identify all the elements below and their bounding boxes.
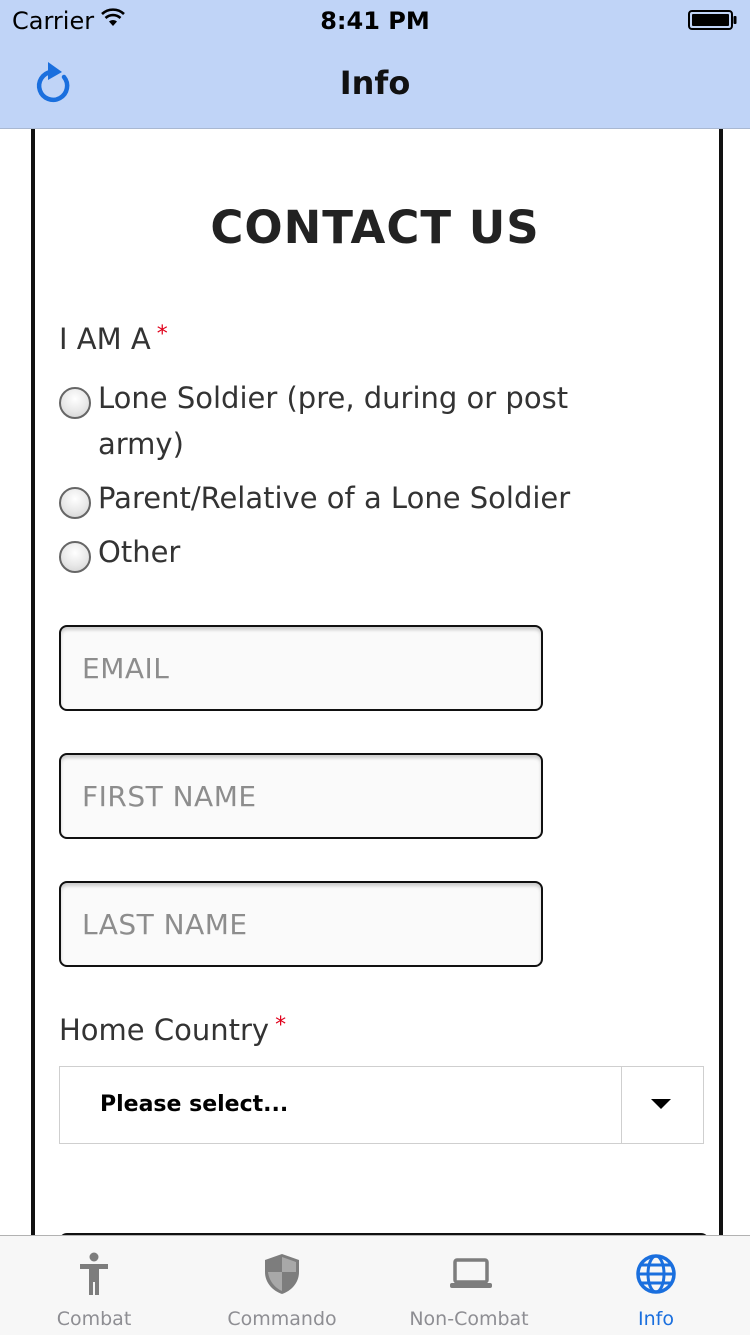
laptop-icon: [450, 1258, 492, 1288]
radio-label: Other: [98, 535, 181, 569]
last-name-field[interactable]: [61, 883, 541, 965]
tab-non-combat[interactable]: Non-Combat: [375, 1236, 563, 1335]
navigation-bar: Info: [0, 40, 750, 129]
radio-button[interactable]: [59, 487, 91, 519]
tab-bar: Combat Commando Non-Combat Info: [0, 1235, 750, 1335]
person-icon: [80, 1252, 108, 1295]
tab-combat[interactable]: Combat: [0, 1236, 188, 1335]
last-name-field-box: [59, 881, 543, 967]
shield-icon: [265, 1254, 299, 1294]
select-divider: [621, 1067, 622, 1143]
email-field[interactable]: [61, 627, 541, 709]
tab-info[interactable]: Info: [562, 1236, 750, 1335]
radio-label: Lone Soldier (pre, during or post army): [98, 381, 569, 461]
iam-label-row: I AM A *: [59, 322, 168, 356]
home-country-selected-value: Please select...: [100, 1092, 289, 1117]
radio-label: Parent/Relative of a Lone Soldier: [98, 481, 571, 515]
radio-button[interactable]: [59, 541, 91, 573]
chevron-down-icon[interactable]: [651, 1099, 671, 1109]
iam-label: I AM A: [59, 322, 151, 356]
required-marker: *: [275, 1013, 287, 1038]
home-country-select[interactable]: Please select...: [59, 1066, 704, 1144]
tab-label: Commando: [227, 1308, 337, 1330]
first-name-field-box: [59, 753, 543, 839]
form-heading: CONTACT US: [210, 201, 540, 254]
page-title: Info: [339, 64, 411, 102]
tab-label: Non-Combat: [409, 1308, 529, 1330]
email-field-box: [59, 625, 543, 711]
home-country-label: Home Country: [59, 1013, 270, 1047]
clock: 8:41 PM: [320, 7, 430, 35]
tab-label: Info: [638, 1308, 674, 1330]
tab-commando[interactable]: Commando: [188, 1236, 376, 1335]
content-area[interactable]: CONTACT US I AM A * Lone Soldier (pre, du…: [0, 129, 750, 1235]
status-bar: Carrier 8:41 PM: [0, 0, 750, 40]
battery-icon: [688, 10, 737, 30]
first-name-field[interactable]: [61, 755, 541, 837]
home-country-label-row: Home Country *: [59, 1013, 286, 1047]
required-marker: *: [156, 322, 168, 347]
tab-label: Combat: [56, 1308, 132, 1330]
globe-icon: [636, 1254, 676, 1294]
radio-button[interactable]: [59, 387, 91, 419]
